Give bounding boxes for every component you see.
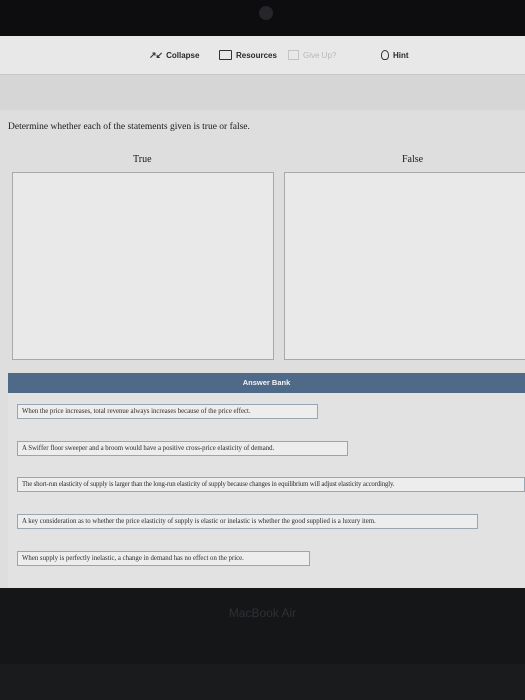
collapse-button[interactable]: ↗↙ Collapse [149, 47, 199, 63]
true-column-label: True [133, 154, 152, 165]
laptop-bezel-top [0, 0, 525, 36]
resources-icon [219, 50, 232, 60]
answer-chip[interactable]: A Swiffer floor sweeper and a broom woul… [17, 441, 348, 456]
false-drop-zone[interactable] [284, 172, 525, 360]
question-prompt: Determine whether each of the statements… [8, 122, 250, 132]
camera-icon [259, 6, 273, 20]
device-label: MacBook Air [228, 606, 297, 620]
toolbar: ↗↙ Collapse Resources Give Up? Hint [0, 36, 525, 75]
resources-label: Resources [236, 50, 277, 60]
answer-chip[interactable]: When supply is perfectly inelastic, a ch… [17, 551, 310, 566]
collapse-arrows-icon: ↗↙ [149, 49, 163, 60]
keyboard-edge [0, 664, 525, 700]
answer-chip[interactable]: The short-run elasticity of supply is la… [17, 477, 525, 492]
collapse-label: Collapse [166, 50, 200, 60]
answer-chip[interactable]: A key consideration as to whether the pr… [17, 514, 478, 529]
answer-bank-header: Answer Bank [8, 373, 525, 393]
give-up-label: Give Up? [303, 50, 337, 60]
screen: ↗↙ Collapse Resources Give Up? Hint Dete… [0, 36, 525, 588]
give-up-button[interactable]: Give Up? [288, 47, 336, 63]
false-column-label: False [402, 154, 424, 165]
answer-chip[interactable]: When the price increases, total revenue … [17, 404, 318, 419]
hint-label: Hint [393, 50, 409, 60]
give-up-icon [288, 50, 299, 60]
lightbulb-icon [381, 50, 389, 60]
resources-button[interactable]: Resources [219, 47, 277, 63]
hint-button[interactable]: Hint [381, 47, 409, 63]
true-drop-zone[interactable] [12, 172, 274, 360]
